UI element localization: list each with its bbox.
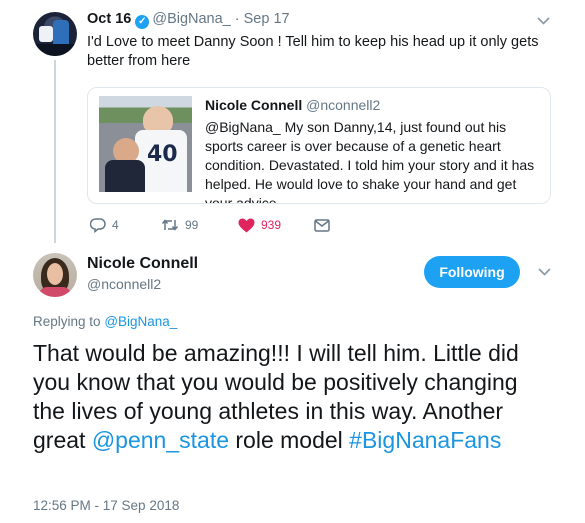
original-tweet-date[interactable]: · Sep 17 — [235, 11, 290, 27]
original-tweet-handle[interactable]: @BigNana_ — [152, 11, 230, 27]
like-count: 939 — [261, 218, 282, 232]
like-button[interactable]: 939 — [238, 216, 281, 234]
retweet-icon — [161, 219, 179, 231]
quoted-tweet-text: @BigNana_ My son Danny,14, just found ou… — [205, 119, 535, 204]
reply-tweet-display-name[interactable]: Nicole Connell — [87, 255, 198, 273]
reply-tweet-avatar[interactable] — [33, 253, 77, 297]
following-button[interactable]: Following — [424, 256, 520, 288]
reply-icon — [90, 218, 106, 233]
replying-to-mention-link[interactable]: @BigNana_ — [104, 314, 177, 329]
direct-message-button[interactable] — [314, 216, 330, 234]
quoted-tweet-display-name: Nicole Connell — [205, 97, 303, 113]
penn-state-mention-link[interactable]: @penn_state — [92, 427, 229, 453]
quoted-tweet-card[interactable]: 40 Nicole Connell @nconnell2 @BigNana_ M… — [87, 87, 551, 204]
jersey-number: 40 — [147, 142, 178, 167]
original-tweet-display-name[interactable]: Oct 16 — [87, 11, 131, 27]
direct-message-icon — [314, 218, 330, 232]
retweet-button[interactable]: 99 — [161, 216, 198, 234]
thread-connector-line — [54, 60, 56, 243]
reply-count: 4 — [112, 218, 119, 232]
verified-badge-icon: ✓ — [135, 15, 150, 29]
reply-text-part2: role model — [229, 427, 350, 453]
heart-icon — [238, 218, 255, 232]
replying-to-line: Replying to @BigNana_ — [33, 314, 177, 329]
chevron-down-icon[interactable] — [537, 13, 550, 28]
original-tweet-header: Oct 16 ✓ @BigNana_ · Sep 17 — [87, 11, 290, 29]
quoted-tweet-photo[interactable]: 40 — [99, 96, 192, 192]
reply-tweet-handle[interactable]: @nconnell2 — [87, 276, 161, 292]
reply-tweet-text: That would be amazing!!! I will tell him… — [33, 339, 553, 455]
hashtag-link[interactable]: #BigNanaFans — [349, 427, 501, 453]
tweet-action-bar: 4 99 939 — [87, 216, 347, 234]
original-tweet-avatar[interactable] — [33, 12, 77, 56]
chevron-down-icon[interactable] — [538, 264, 551, 279]
reply-tweet-timestamp[interactable]: 12:56 PM - 17 Sep 2018 — [33, 498, 179, 513]
retweet-count: 99 — [185, 218, 199, 232]
reply-button[interactable]: 4 — [90, 216, 119, 234]
original-tweet-text: I'd Love to meet Danny Soon ! Tell him t… — [87, 34, 539, 69]
quoted-tweet-handle: @nconnell2 — [306, 97, 381, 113]
quoted-tweet-header: Nicole Connell @nconnell2 — [205, 97, 380, 113]
replying-to-prefix: Replying to — [33, 314, 101, 329]
